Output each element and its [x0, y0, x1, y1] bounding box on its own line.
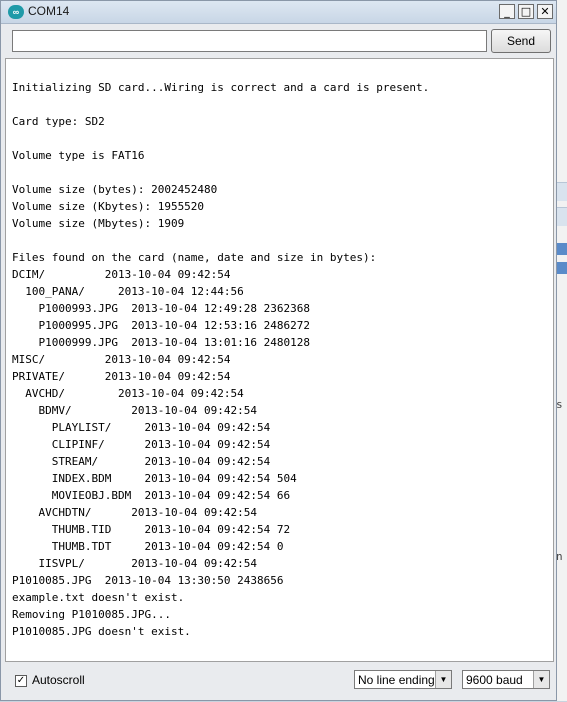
maximize-button[interactable]: □	[518, 4, 534, 19]
title-bar[interactable]: ∞ COM14 _ □ ✕	[1, 1, 556, 24]
send-button[interactable]: Send	[491, 29, 551, 53]
line-ending-value: No line ending	[358, 673, 435, 687]
window-title: COM14	[28, 4, 70, 18]
chevron-down-icon[interactable]: ▼	[435, 671, 451, 688]
bottom-bar: ✓ Autoscroll No line ending ▼ 9600 baud …	[1, 662, 556, 702]
serial-output-console[interactable]: Initializing SD card...Wiring is correct…	[5, 58, 554, 662]
serial-output-text: Initializing SD card...Wiring is correct…	[12, 81, 430, 638]
baud-rate-select[interactable]: 9600 baud ▼	[462, 670, 550, 689]
serial-monitor-window: ∞ COM14 _ □ ✕ Send Initializing SD card.…	[0, 0, 557, 701]
autoscroll-label: Autoscroll	[32, 673, 85, 687]
line-ending-select[interactable]: No line ending ▼	[354, 670, 452, 689]
baud-rate-value: 9600 baud	[466, 673, 523, 687]
arduino-icon: ∞	[8, 5, 24, 19]
minimize-button[interactable]: _	[499, 4, 515, 19]
chevron-down-icon[interactable]: ▼	[533, 671, 549, 688]
serial-input[interactable]	[12, 30, 487, 52]
autoscroll-checkbox[interactable]: ✓	[15, 675, 27, 687]
close-button[interactable]: ✕	[537, 4, 553, 19]
